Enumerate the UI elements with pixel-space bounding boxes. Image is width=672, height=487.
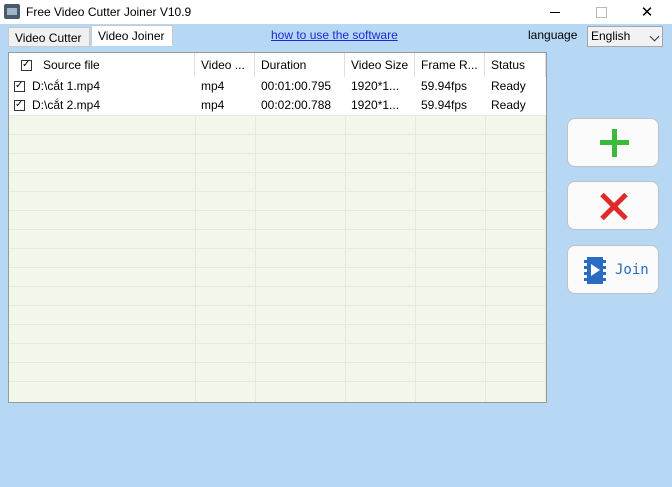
maximize-icon: [595, 6, 607, 18]
grid-line: [9, 286, 546, 287]
grid-line: [485, 77, 486, 402]
add-file-button[interactable]: [567, 118, 659, 167]
row-checkbox[interactable]: [14, 98, 25, 112]
column-header-source[interactable]: Source file: [37, 53, 195, 77]
cell-duration: 00:02:00.788: [261, 98, 332, 112]
table-header: Source file Video ... Duration Video Siz…: [9, 53, 546, 78]
app-window: Free Video Cutter Joiner V10.9 ✕ Video C…: [0, 0, 672, 487]
minimize-button[interactable]: [538, 0, 572, 24]
cell-video-size: 1920*1...: [351, 79, 400, 93]
grid-line: [9, 305, 546, 306]
grid-line: [9, 153, 546, 154]
table-row[interactable]: D:\cắt 1.mp4 mp4 00:01:00.795 1920*1... …: [9, 77, 546, 97]
grid-line: [345, 77, 346, 402]
grid-line: [255, 77, 256, 402]
column-header-video-size[interactable]: Video Size: [345, 53, 415, 77]
row-checkbox[interactable]: [14, 79, 25, 93]
remove-file-button[interactable]: [567, 181, 659, 230]
cell-format: mp4: [201, 98, 225, 112]
grid-line: [9, 362, 546, 363]
cell-status: Ready: [491, 79, 526, 93]
help-link[interactable]: how to use the software: [271, 28, 398, 42]
grid-line: [9, 248, 546, 249]
language-select[interactable]: English: [587, 26, 663, 47]
column-header-frame-rate[interactable]: Frame R...: [415, 53, 485, 77]
cell-format: mp4: [201, 79, 225, 93]
grid-line: [195, 77, 196, 402]
maximize-button[interactable]: [584, 0, 618, 24]
column-header-duration[interactable]: Duration: [255, 53, 345, 77]
cell-source-file: D:\cắt 1.mp4: [32, 79, 101, 93]
close-icon: ✕: [640, 4, 654, 21]
grid-line: [9, 191, 546, 192]
cell-video-size: 1920*1...: [351, 98, 400, 112]
language-label: language: [528, 28, 578, 42]
grid-line: [9, 343, 546, 344]
tab-video-joiner[interactable]: Video Joiner: [91, 25, 173, 46]
app-icon: [4, 4, 20, 19]
close-button[interactable]: ✕: [630, 0, 664, 24]
language-selected-value: English: [591, 29, 631, 43]
select-all-checkbox[interactable]: [21, 58, 32, 72]
file-list-table[interactable]: Source file Video ... Duration Video Siz…: [8, 52, 547, 403]
grid-line: [415, 77, 416, 402]
grid-line: [9, 324, 546, 325]
column-header-format[interactable]: Video ...: [195, 53, 255, 77]
cell-status: Ready: [491, 98, 526, 112]
film-play-icon: [584, 257, 606, 284]
window-title: Free Video Cutter Joiner V10.9: [26, 5, 192, 19]
cell-duration: 00:01:00.795: [261, 79, 332, 93]
grid-line: [9, 229, 546, 230]
grid-line: [9, 267, 546, 268]
cell-source-file: D:\cắt 2.mp4: [32, 98, 101, 112]
grid-line: [9, 210, 546, 211]
grid-line: [9, 172, 546, 173]
grid-line: [545, 77, 546, 402]
chevron-down-icon: [649, 31, 660, 42]
title-bar[interactable]: Free Video Cutter Joiner V10.9 ✕: [0, 0, 672, 24]
join-button[interactable]: Join: [567, 245, 659, 294]
tab-video-cutter[interactable]: Video Cutter: [8, 27, 90, 47]
cell-frame-rate: 59.94fps: [421, 98, 468, 112]
grid-line: [9, 381, 546, 382]
minimize-icon: [550, 11, 560, 13]
table-row[interactable]: D:\cắt 2.mp4 mp4 00:02:00.788 1920*1... …: [9, 96, 546, 116]
grid-line: [9, 134, 546, 135]
column-header-status[interactable]: Status: [485, 53, 546, 77]
cell-frame-rate: 59.94fps: [421, 79, 468, 93]
join-button-label: Join: [615, 262, 649, 278]
